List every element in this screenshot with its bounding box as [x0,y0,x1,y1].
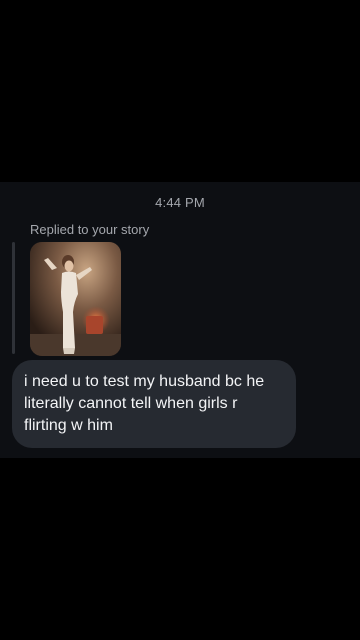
screen: 4:44 PM Replied to your story i need u t… [0,0,360,640]
story-thumbnail[interactable] [30,242,121,356]
chat-thread[interactable]: 4:44 PM Replied to your story i need u t… [0,182,360,458]
message-timestamp: 4:44 PM [155,195,205,210]
story-image [30,242,121,356]
story-reply-label: Replied to your story [30,222,150,237]
message-bubble[interactable]: i need u to test my husband bc he litera… [12,360,296,448]
reply-indicator-bar [12,242,15,354]
